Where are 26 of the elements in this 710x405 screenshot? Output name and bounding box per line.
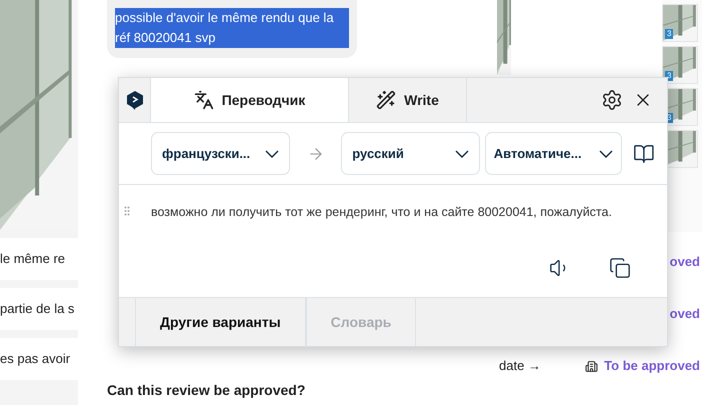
translate-icon bbox=[194, 90, 214, 110]
review-text: partie de la s bbox=[0, 300, 74, 318]
settings-icon[interactable] bbox=[601, 89, 623, 111]
footer-tab[interactable]: Другие варианты bbox=[135, 298, 306, 346]
formality-select[interactable]: Автоматиче... bbox=[484, 132, 622, 175]
translation-text: возможно ли получить тот же рендеринг, что и на сайте 80020041, пожалуйста. bbox=[151, 204, 613, 221]
building-icon bbox=[585, 360, 598, 372]
status-label: To be approved bbox=[604, 357, 700, 376]
copy-icon[interactable] bbox=[609, 257, 631, 279]
status-label: oved bbox=[670, 253, 700, 272]
tab[interactable]: Переводчик bbox=[151, 78, 349, 122]
review-text: le même re bbox=[0, 250, 66, 268]
magic-wand-icon bbox=[376, 90, 396, 110]
message-text: possible d'avoir le même rendu que la réf 80020041 svp bbox=[115, 8, 349, 48]
logo-icon bbox=[126, 90, 144, 110]
language-select[interactable]: французски... bbox=[151, 132, 290, 175]
review-text: es pas avoir bbox=[0, 350, 70, 368]
chevron-icon bbox=[454, 150, 469, 158]
chevron-icon bbox=[264, 150, 279, 158]
language-select[interactable]: русский bbox=[341, 132, 480, 175]
count-badge: 3 bbox=[665, 29, 674, 39]
chevron-icon bbox=[599, 150, 614, 158]
glossary-icon[interactable] bbox=[633, 142, 655, 164]
question-title: Can this review be approved? bbox=[107, 382, 306, 398]
status-label: oved bbox=[670, 305, 700, 324]
update-link[interactable]: date → bbox=[499, 356, 541, 376]
